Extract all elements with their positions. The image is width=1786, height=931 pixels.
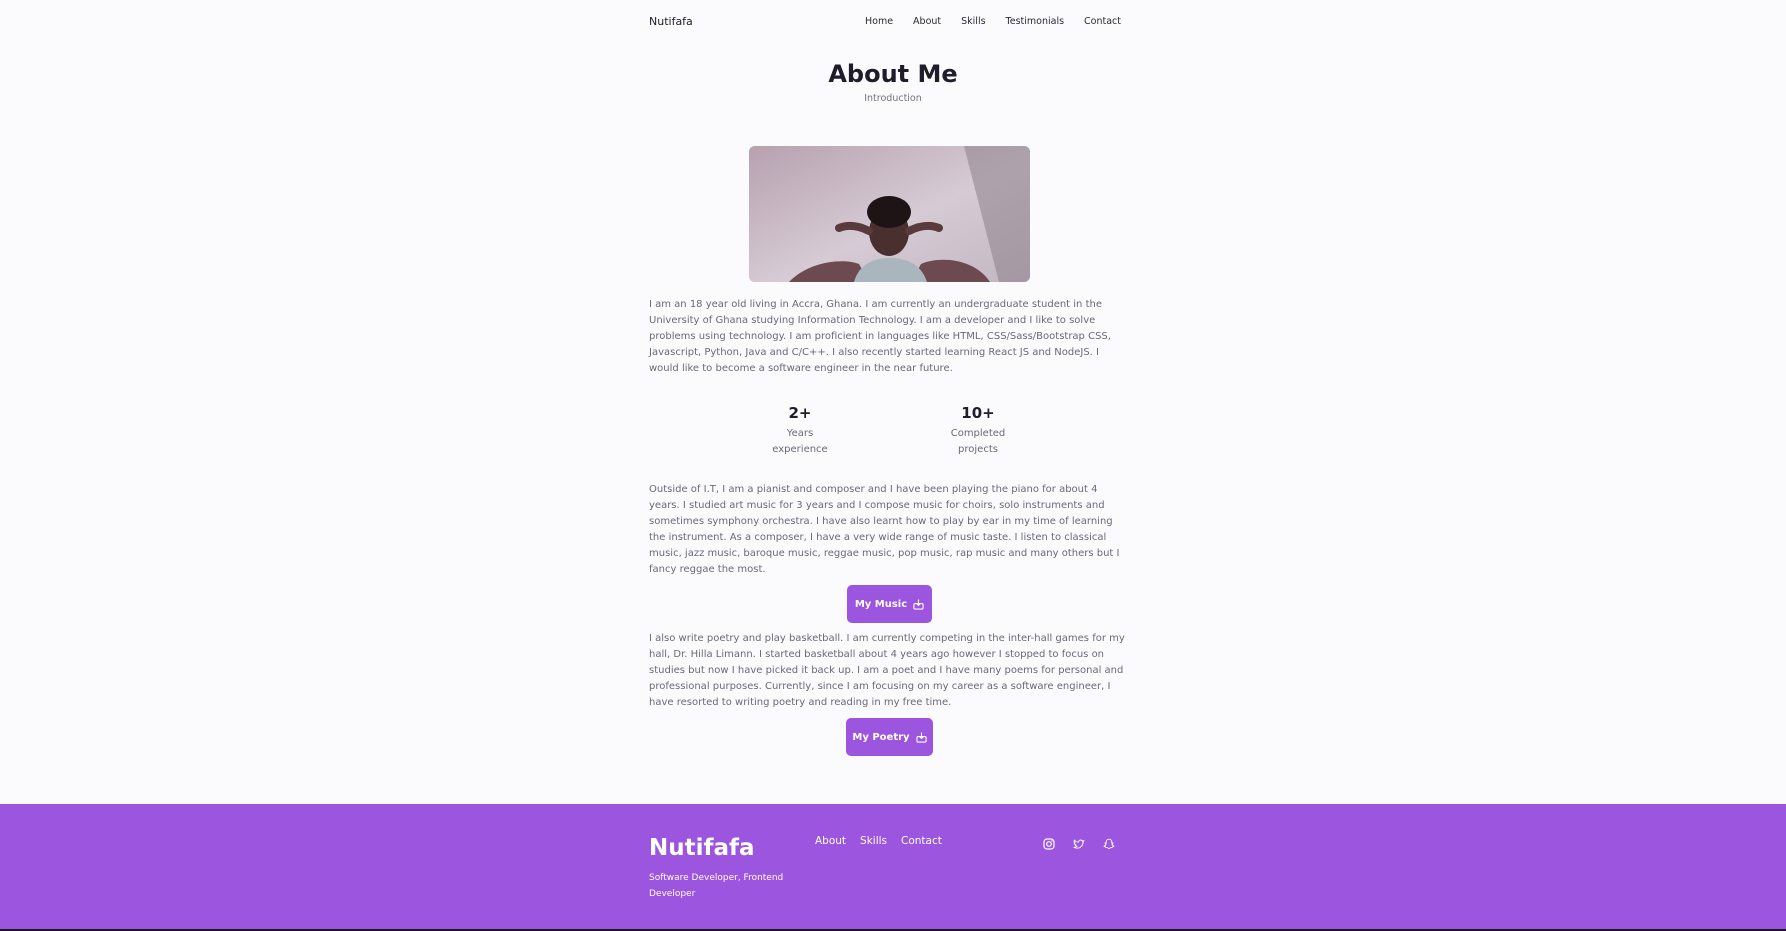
site-header: Nutifafa Home About Skills Testimonials … (649, 0, 1121, 42)
footer-brand: Nutifafa (649, 835, 755, 861)
stat-experience: 2+ Years experience (740, 404, 860, 458)
poetry-paragraph: I also write poetry and play basketball.… (649, 633, 1125, 708)
my-music-label: My Music (854, 598, 908, 610)
my-poetry-label: My Poetry (852, 731, 910, 743)
site-footer: Nutifafa Software Developer, Frontend De… (0, 804, 1786, 931)
nav-testimonials[interactable]: Testimonials (1006, 16, 1064, 27)
site-logo[interactable]: Nutifafa (649, 15, 693, 28)
nav-about[interactable]: About (913, 16, 941, 27)
my-poetry-button[interactable]: My Poetry (846, 718, 933, 756)
main-nav: Home About Skills Testimonials Contact (865, 16, 1121, 27)
twitter-icon[interactable] (1071, 836, 1087, 852)
download-icon (915, 731, 927, 743)
footer-tagline: Software Developer, Frontend Developer (649, 873, 784, 899)
footer-nav: About Skills Contact (815, 835, 942, 847)
nav-contact[interactable]: Contact (1084, 16, 1121, 27)
stat-label-line: Years (786, 428, 814, 439)
instagram-icon[interactable] (1041, 836, 1057, 852)
stat-label-line: experience (772, 444, 828, 455)
section-title: About Me (828, 60, 958, 88)
stat-value: 2+ (788, 404, 812, 422)
footer-link-skills[interactable]: Skills (860, 835, 887, 847)
stat-projects: 10+ Completed projects (918, 404, 1038, 458)
nav-skills[interactable]: Skills (961, 16, 985, 27)
my-music-button[interactable]: My Music (847, 585, 932, 623)
download-icon (913, 598, 924, 610)
stat-label-line: projects (958, 444, 998, 455)
profile-photo (749, 146, 1030, 282)
stat-label: Completed projects (918, 426, 1038, 458)
stat-label-line: Completed (950, 428, 1006, 439)
stat-label: Years experience (740, 426, 860, 458)
snapchat-icon[interactable] (1101, 836, 1117, 852)
music-paragraph: Outside of I.T, I am a pianist and compo… (649, 484, 1120, 575)
section-subtitle: Introduction (864, 93, 922, 104)
social-links (1041, 836, 1117, 852)
stat-value: 10+ (961, 404, 995, 422)
footer-link-about[interactable]: About (815, 835, 846, 847)
intro-paragraph: I am an 18 year old living in Accra, Gha… (649, 299, 1111, 374)
footer-link-contact[interactable]: Contact (901, 835, 942, 847)
nav-home[interactable]: Home (865, 16, 893, 27)
profile-photo-illustration (749, 146, 1030, 282)
